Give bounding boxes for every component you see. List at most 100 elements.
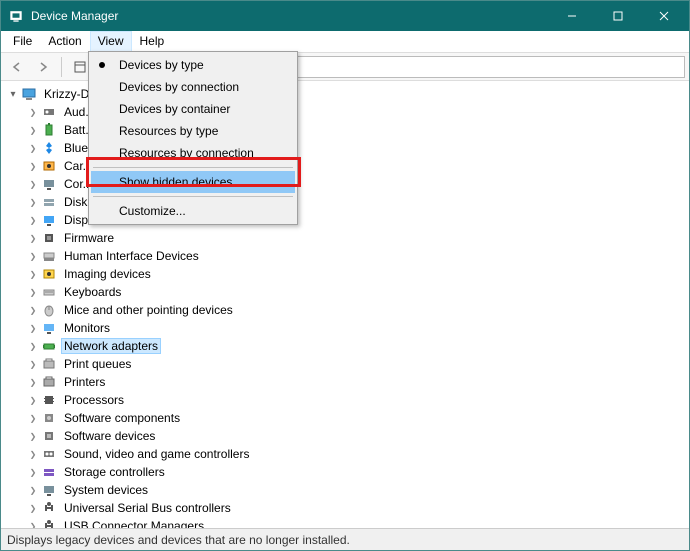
device-icon <box>41 320 57 336</box>
close-button[interactable] <box>641 1 687 31</box>
expand-icon[interactable]: ❯ <box>25 248 41 264</box>
device-icon <box>41 338 57 354</box>
menu-file[interactable]: File <box>5 31 40 52</box>
expand-icon[interactable]: ❯ <box>25 140 41 156</box>
bullet-icon <box>99 62 105 68</box>
menu-action[interactable]: Action <box>40 31 89 52</box>
expand-icon[interactable]: ❯ <box>25 212 41 228</box>
menubar: File Action View Help <box>1 31 689 53</box>
device-icon <box>41 356 57 372</box>
device-icon <box>41 248 57 264</box>
expand-icon[interactable]: ❯ <box>25 338 41 354</box>
view-dropdown: Devices by type Devices by connection De… <box>88 51 298 225</box>
expand-icon[interactable]: ❯ <box>25 122 41 138</box>
expand-icon[interactable]: ❯ <box>25 266 41 282</box>
tree-item[interactable]: ❯ Universal Serial Bus controllers <box>5 499 689 517</box>
device-icon <box>41 212 57 228</box>
device-icon <box>41 374 57 390</box>
tree-item[interactable]: ❯Sound, video and game controllers <box>5 445 689 463</box>
menu-help[interactable]: Help <box>132 31 173 52</box>
expand-icon[interactable]: ❯ <box>25 356 41 372</box>
device-icon <box>41 302 57 318</box>
expand-icon[interactable]: ❯ <box>25 104 41 120</box>
maximize-button[interactable] <box>595 1 641 31</box>
device-icon <box>41 284 57 300</box>
expand-icon[interactable]: ❯ <box>25 158 41 174</box>
expand-icon[interactable]: ❯ <box>25 446 41 462</box>
expand-icon[interactable]: ❯ <box>25 464 41 480</box>
device-icon <box>41 410 57 426</box>
tree-item[interactable]: ❯ Printers <box>5 373 689 391</box>
menu-view[interactable]: View <box>90 31 132 52</box>
expand-icon[interactable]: ❯ <box>25 194 41 210</box>
tree-item-label: Print queues <box>61 356 134 372</box>
collapse-icon[interactable]: ▾ <box>5 86 21 102</box>
tree-item[interactable]: ❯ Print queues <box>5 355 689 373</box>
expand-icon[interactable]: ❯ <box>25 518 41 528</box>
menu-separator-2 <box>93 196 293 197</box>
tree-item[interactable]: ❯ Software components <box>5 409 689 427</box>
tree-item[interactable]: ❯ Mice and other pointing devices <box>5 301 689 319</box>
tree-item-label: Universal Serial Bus controllers <box>61 500 234 516</box>
expand-icon[interactable]: ❯ <box>25 230 41 246</box>
tree-item[interactable]: ❯ Processors <box>5 391 689 409</box>
device-icon <box>41 482 57 498</box>
menu-resources-by-connection[interactable]: Resources by connection <box>91 142 295 164</box>
expand-icon[interactable]: ❯ <box>25 374 41 390</box>
device-icon <box>41 464 57 480</box>
tree-item-label: Monitors <box>61 320 113 336</box>
tree-item[interactable]: ❯ Human Interface Devices <box>5 247 689 265</box>
device-icon <box>41 446 57 462</box>
device-icon <box>41 158 57 174</box>
tree-item[interactable]: ❯ Imaging devices <box>5 265 689 283</box>
menu-devices-by-container[interactable]: Devices by container <box>91 98 295 120</box>
expand-icon[interactable]: ❯ <box>25 410 41 426</box>
tree-item-label: Firmware <box>61 230 117 246</box>
device-icon <box>41 104 57 120</box>
expand-icon[interactable]: ❯ <box>25 392 41 408</box>
computer-icon <box>21 86 37 102</box>
menu-separator <box>93 167 293 168</box>
device-icon <box>41 518 57 528</box>
menu-show-hidden-devices[interactable]: Show hidden devices <box>91 171 295 193</box>
device-icon <box>41 428 57 444</box>
tree-item[interactable]: ❯ USB Connector Managers <box>5 517 689 528</box>
tree-item[interactable]: ❯ Storage controllers <box>5 463 689 481</box>
toolbar-separator <box>61 57 62 77</box>
tree-item-label: USB Connector Managers <box>61 518 207 528</box>
tree-item-label: Processors <box>61 392 127 408</box>
minimize-button[interactable] <box>549 1 595 31</box>
device-icon <box>41 392 57 408</box>
tree-item[interactable]: ❯ System devices <box>5 481 689 499</box>
tree-item-label: Network adapters <box>61 338 161 354</box>
forward-button[interactable] <box>31 55 55 79</box>
expand-icon[interactable]: ❯ <box>25 320 41 336</box>
device-icon <box>41 230 57 246</box>
tree-item-label: Imaging devices <box>61 266 154 282</box>
tree-item-label: Software components <box>61 410 183 426</box>
device-icon <box>41 122 57 138</box>
expand-icon[interactable]: ❯ <box>25 284 41 300</box>
menu-resources-by-type[interactable]: Resources by type <box>91 120 295 142</box>
tree-item-label: System devices <box>61 482 151 498</box>
expand-icon[interactable]: ❯ <box>25 176 41 192</box>
expand-icon[interactable]: ❯ <box>25 428 41 444</box>
tree-item-label: Human Interface Devices <box>61 248 202 264</box>
back-button[interactable] <box>5 55 29 79</box>
tree-item-label: Software devices <box>61 428 158 444</box>
tree-item-label: Mice and other pointing devices <box>61 302 236 318</box>
menu-customize[interactable]: Customize... <box>91 200 295 222</box>
expand-icon[interactable]: ❯ <box>25 482 41 498</box>
expand-icon[interactable]: ❯ <box>25 302 41 318</box>
tree-item[interactable]: ❯ Firmware <box>5 229 689 247</box>
tree-item[interactable]: ❯ Software devices <box>5 427 689 445</box>
tree-item[interactable]: ❯ Network adapters <box>5 337 689 355</box>
menu-devices-by-connection[interactable]: Devices by connection <box>91 76 295 98</box>
menu-devices-by-type[interactable]: Devices by type <box>91 54 295 76</box>
tree-item[interactable]: ❯ Monitors <box>5 319 689 337</box>
tree-item-label: Storage controllers <box>61 464 168 480</box>
expand-icon[interactable]: ❯ <box>25 500 41 516</box>
tree-item-label: Printers <box>61 374 108 390</box>
device-icon <box>41 500 57 516</box>
tree-item[interactable]: ❯Keyboards <box>5 283 689 301</box>
